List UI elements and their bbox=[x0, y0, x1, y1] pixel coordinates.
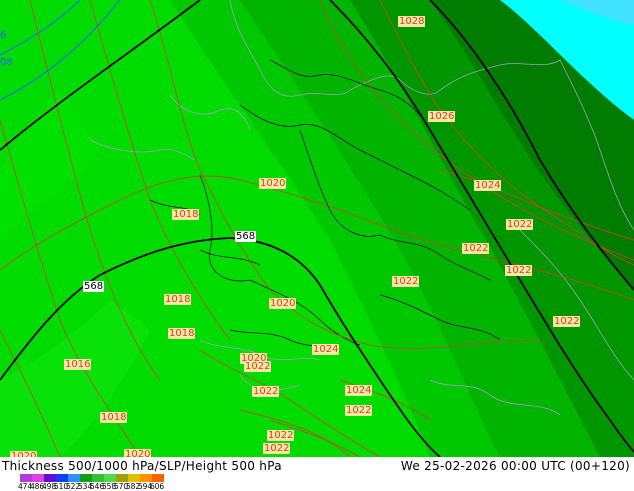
pressure-label: 1026 bbox=[428, 111, 456, 122]
pressure-label: 1016 bbox=[64, 359, 92, 370]
legend-swatch bbox=[104, 474, 116, 482]
pressure-label: 1022 bbox=[553, 316, 581, 327]
legend-swatch bbox=[116, 474, 128, 482]
legend-swatch bbox=[68, 474, 80, 482]
map-title: Thickness 500/1000 hPa/SLP/Height 500 hP… bbox=[2, 459, 282, 473]
pressure-label: 1028 bbox=[398, 16, 426, 27]
pressure-label: 1024 bbox=[345, 385, 373, 396]
legend-swatch bbox=[32, 474, 44, 482]
map-canvas bbox=[0, 0, 634, 457]
pressure-label: 1018 bbox=[100, 412, 128, 423]
pressure-label: 1018 bbox=[168, 328, 196, 339]
pressure-label: 1018 bbox=[172, 209, 200, 220]
color-scale bbox=[20, 474, 164, 482]
weather-map: 1028 1026 1024 1022 1022 1022 1022 1022 … bbox=[0, 0, 634, 491]
valid-time: We 25-02-2026 00:00 UTC (00+120) bbox=[400, 459, 630, 473]
height-label: 568 bbox=[83, 281, 105, 292]
legend-swatch bbox=[92, 474, 104, 482]
pressure-label: 1022 bbox=[267, 430, 295, 441]
pressure-label: 1018 bbox=[164, 294, 192, 305]
pressure-label: 1024 bbox=[312, 344, 340, 355]
pressure-label: 1022 bbox=[505, 265, 533, 276]
legend-swatch bbox=[152, 474, 164, 482]
pressure-label: 1022 bbox=[252, 386, 280, 397]
pressure-label: 1024 bbox=[474, 180, 502, 191]
legend-swatch bbox=[128, 474, 140, 482]
pressure-label: 1022 bbox=[392, 276, 420, 287]
pressure-label: 1020 bbox=[259, 178, 287, 189]
pressure-label: 1022 bbox=[462, 243, 490, 254]
edge-label: 08 bbox=[0, 57, 13, 68]
height-label: 568 bbox=[235, 231, 257, 242]
legend-swatch bbox=[56, 474, 68, 482]
edge-label: 6 bbox=[0, 30, 7, 41]
pressure-label: 1022 bbox=[263, 443, 291, 454]
pressure-label: 1022 bbox=[506, 219, 534, 230]
legend-swatch bbox=[20, 474, 32, 482]
legend-swatch bbox=[44, 474, 56, 482]
legend-swatch bbox=[140, 474, 152, 482]
pressure-label: 1022 bbox=[244, 361, 272, 372]
pressure-label: 1020 bbox=[269, 298, 297, 309]
pressure-label: 1022 bbox=[345, 405, 373, 416]
legend-swatch bbox=[80, 474, 92, 482]
